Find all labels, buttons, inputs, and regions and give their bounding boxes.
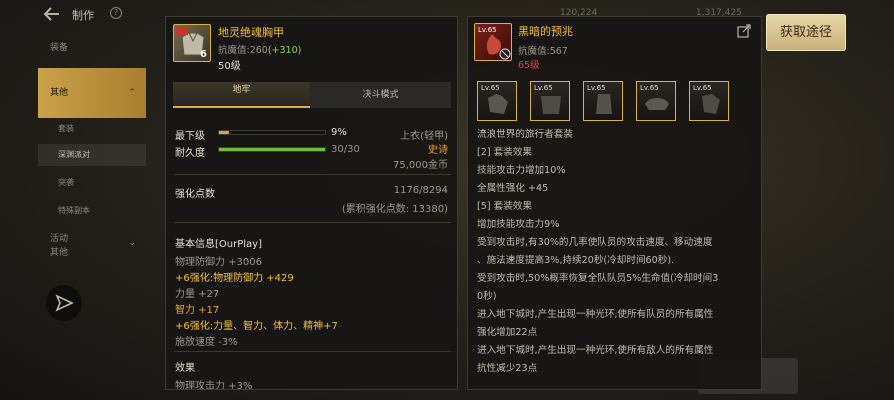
stat-value-durability: 30/30 [331, 144, 360, 155]
help-icon[interactable]: ? [110, 7, 122, 19]
sidebar-item-label: 其他 [50, 88, 69, 98]
item-type: 上衣(轻甲) [400, 131, 448, 142]
item-level: 50级 [218, 61, 241, 72]
tab-duel[interactable]: 决斗模式 [310, 82, 451, 108]
stat-line: 力量 +27 [175, 289, 220, 300]
dark-omen-icon: Lv.65 [474, 23, 512, 61]
stat-line: 智力 +17 [175, 305, 220, 316]
sidebar-item-label: 深渊派对 [58, 150, 90, 159]
enhance-badge: 6 [200, 49, 207, 60]
sidebar-sub-abyss[interactable]: 深渊派对 [38, 144, 146, 166]
resist-value: 抗魔值:567 [518, 46, 568, 57]
sidebar-item-equipment[interactable]: 装备 [38, 40, 146, 53]
resist-bonus: (+310) [267, 45, 302, 56]
set-item-slot[interactable]: Lv.65 [583, 81, 623, 121]
sidebar-sub-raid[interactable]: 突袭 [38, 172, 146, 194]
basic-info-header: 基本信息[OurPlay] [175, 239, 262, 250]
slot-level: Lv.65 [587, 84, 606, 92]
divider [174, 174, 451, 175]
set-effect-line: 受到攻击时,50%概率恢复全队队员5%生命值(冷却时间3 [477, 273, 719, 284]
set-effect-line: 受到攻击时,有30%的几率使队员的攻击速度、移动速度 [477, 237, 713, 248]
chest-armor-icon: 6 [173, 24, 211, 62]
set-item-slot[interactable]: Lv.65 [689, 81, 729, 121]
set-effect-line: 强化增加22点 [477, 327, 538, 338]
sidebar-item-label: 套装 [58, 124, 74, 133]
slot-level: Lv.65 [693, 84, 712, 92]
grade-bar [218, 130, 326, 135]
sidebar-item-label: 其他 [50, 248, 69, 258]
item-level: 65级 [518, 60, 540, 71]
item-price: 75,000金币 [393, 160, 448, 171]
set-item-slot[interactable]: Lv.65 [636, 81, 676, 121]
set-effect-line: 全属性强化 +45 [477, 183, 549, 194]
page-title: 制作 [72, 9, 94, 22]
stat-line: +6强化:力量、智力、体力、精神+7 [175, 321, 338, 332]
send-icon[interactable] [46, 285, 82, 321]
resist-label: 抗魔值:260 [218, 45, 268, 56]
enhance-points-accum: (累积强化点数: 13380) [341, 204, 448, 215]
effect-line: 物理攻击力 +3% [175, 381, 253, 390]
sidebar-item-event[interactable]: 活动 其他 ⌄ [38, 232, 146, 260]
stat-value-grade: 9% [331, 127, 347, 138]
stat-label-durability: 耐久度 [175, 148, 205, 159]
sidebar-sub-set[interactable]: 套装 [38, 118, 146, 140]
divider [174, 351, 451, 352]
set-bonus-2-header: [2] 套装效果 [477, 147, 533, 158]
divider [174, 222, 451, 223]
set-effect-line: 进入地下城时,产生出现一种光环,使所有队员的所有属性 [477, 309, 714, 320]
mode-tabs: 地牢 决斗模式 [173, 82, 451, 108]
acquire-method-button[interactable]: 获取途径 [766, 14, 846, 51]
sidebar-item-label: 突袭 [58, 178, 74, 187]
set-effect-line: 抗性减少23点 [477, 363, 538, 374]
sidebar-sub-special[interactable]: 特殊副本 [38, 200, 146, 222]
item-tooltip-left: 6 地灵绝魂胸甲 抗魔值:260(+310) 50级 地牢 决斗模式 最下级 9… [165, 16, 458, 390]
sidebar-item-label: 装备 [50, 43, 69, 53]
set-effect-line: 技能攻击力增加10% [477, 165, 566, 176]
share-icon[interactable] [737, 24, 751, 38]
chevron-up-icon: ⌃ [128, 88, 136, 98]
icon-level: Lv.65 [478, 26, 497, 34]
durability-bar [218, 147, 326, 152]
sidebar-item-label: 活动 [50, 234, 69, 244]
item-name: 黑暗的预兆 [518, 25, 573, 38]
set-effect-line: 进入地下城时,产生出现一种光环,使所有敌人的所有属性 [477, 345, 714, 356]
item-name: 地灵绝魂胸甲 [218, 26, 284, 39]
sidebar-item-other[interactable]: 其他 ⌃ [38, 68, 146, 118]
set-effect-line: 、施法速度提高3%,持续20秒(冷却时间60秒). [477, 255, 675, 266]
item-rarity: 史诗 [428, 145, 448, 156]
tab-dungeon[interactable]: 地牢 [173, 82, 310, 108]
set-name: 流浪世界的旅行者套装 [477, 129, 573, 140]
slot-level: Lv.65 [534, 84, 553, 92]
chevron-down-icon: ⌄ [128, 238, 136, 248]
slot-level: Lv.65 [640, 84, 659, 92]
stat-line: +6强化:物理防御力 +429 [175, 273, 294, 284]
slot-level: Lv.65 [481, 84, 500, 92]
set-item-slot[interactable]: Lv.65 [477, 81, 517, 121]
enhance-points-label: 强化点数 [175, 189, 215, 200]
set-item-slot[interactable]: Lv.65 [530, 81, 570, 121]
enhance-points-value: 1176/8294 [393, 185, 448, 196]
stat-line: 物理防御力 +3006 [175, 257, 263, 268]
stat-line: 施放速度 -3% [175, 337, 238, 348]
stat-label-grade: 最下级 [175, 131, 205, 142]
resist-value: 抗魔值:260(+310) [218, 42, 301, 56]
set-bonus-5-header: [5] 套装效果 [477, 201, 533, 212]
set-effect-line: 增加技能攻击力9% [477, 219, 560, 230]
sidebar-item-label: 特殊副本 [58, 206, 90, 215]
back-arrow-icon[interactable] [42, 6, 60, 22]
effect-header: 效果 [175, 363, 195, 374]
set-effect-line: 0秒) [477, 291, 497, 302]
